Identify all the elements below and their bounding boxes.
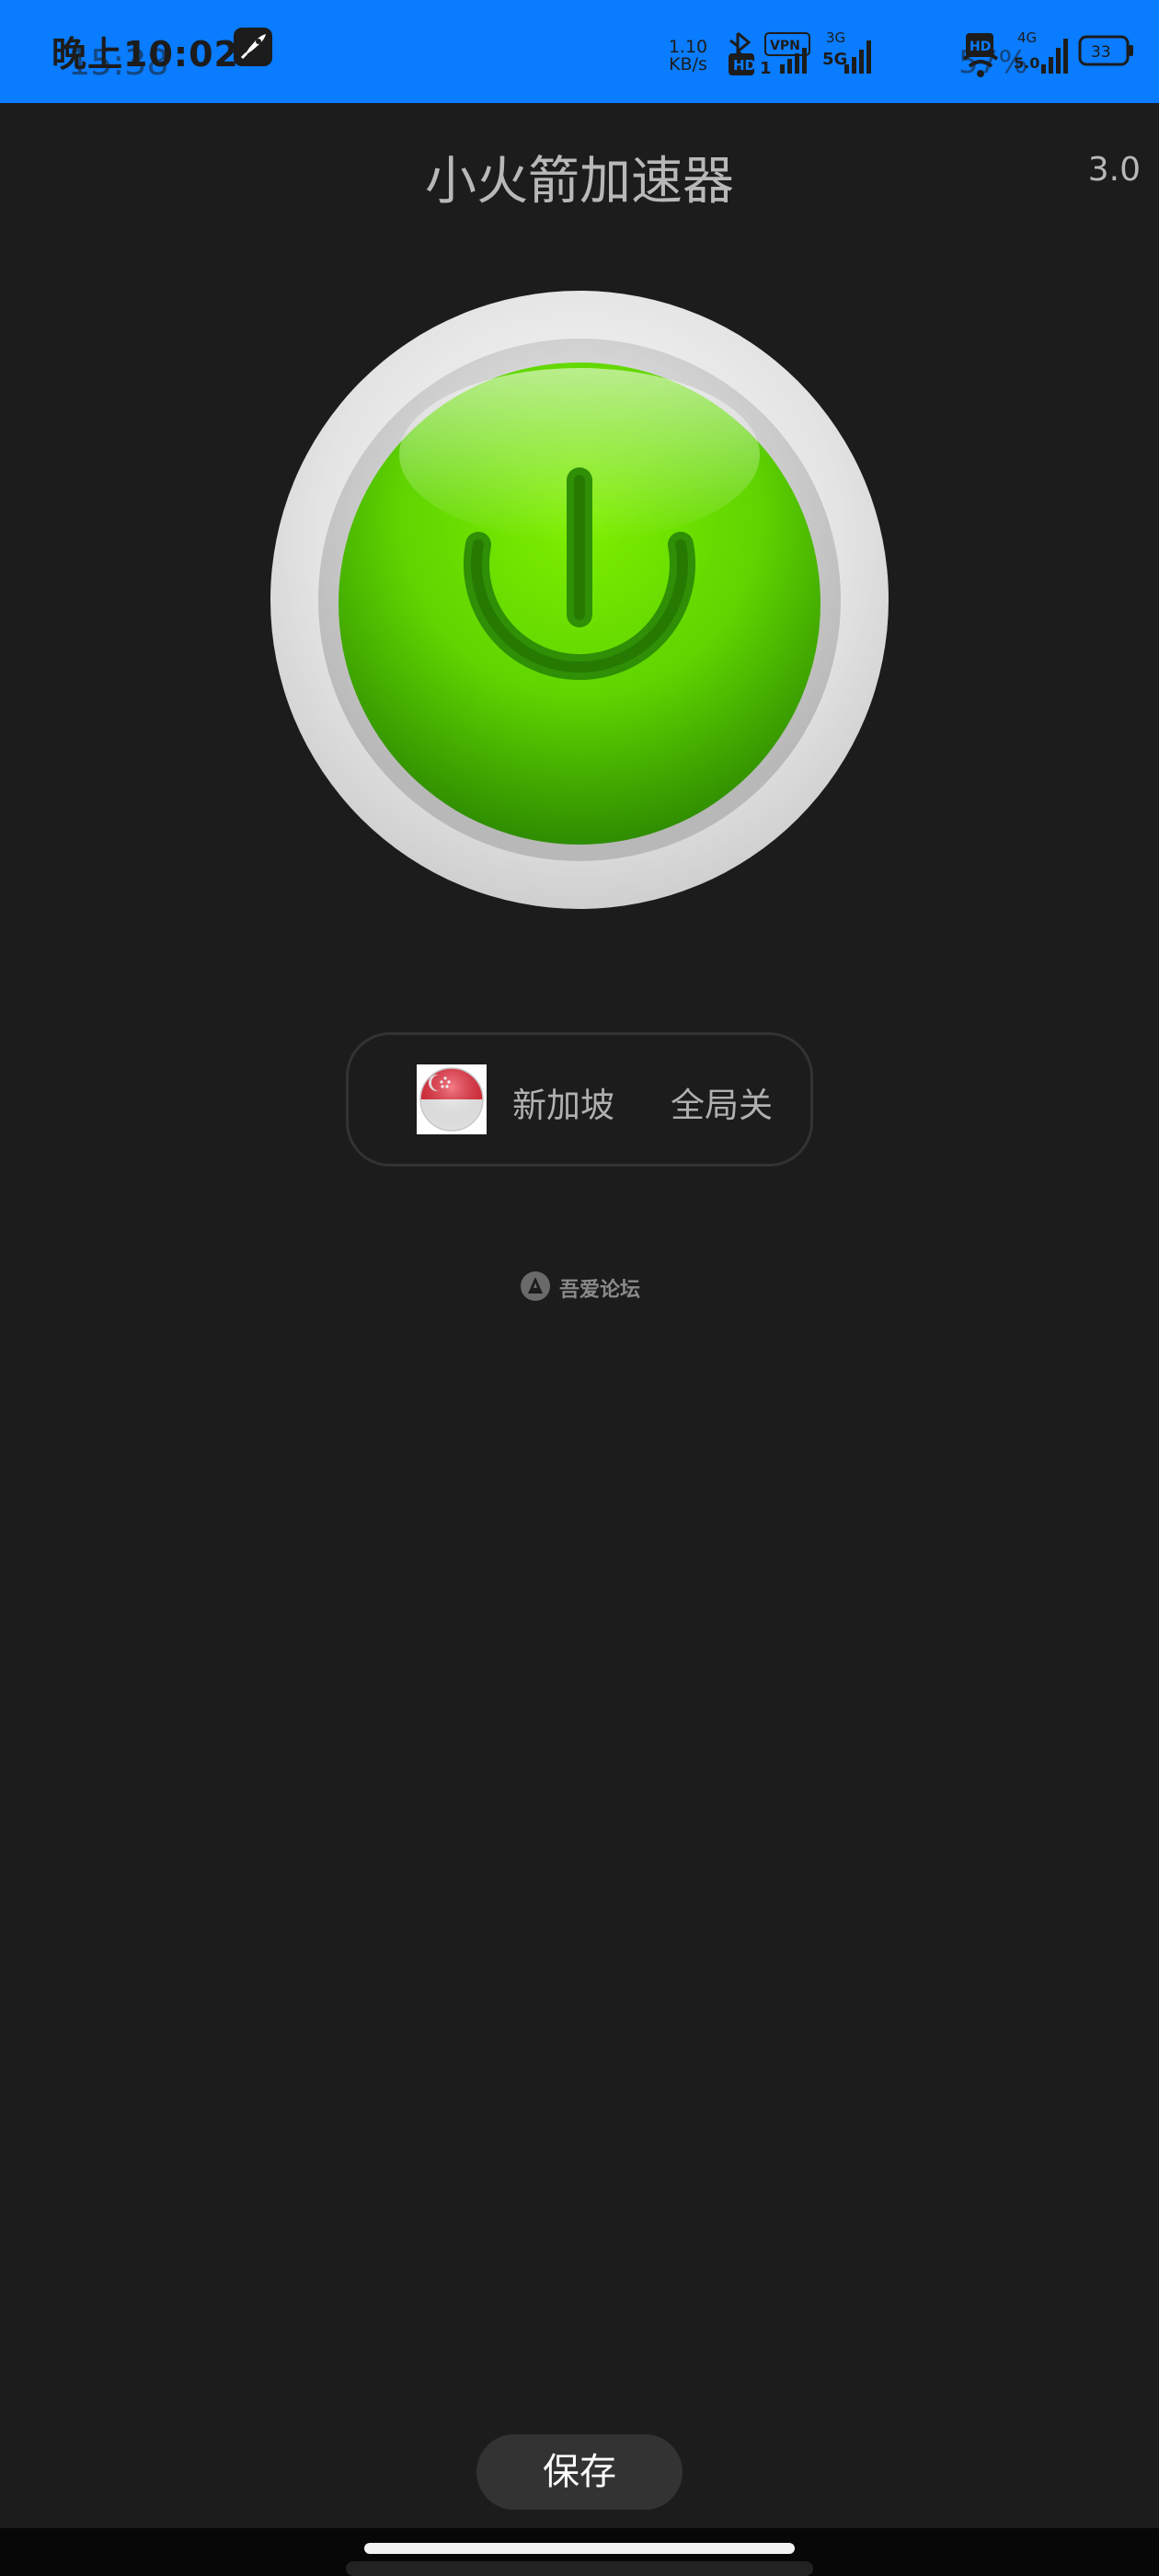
nav-bar-shadow (346, 2561, 813, 2576)
home-gesture-bar[interactable] (364, 2543, 795, 2554)
region-label[interactable]: 新加坡 (512, 1077, 614, 1127)
global-mode-toggle[interactable]: 全局关 (671, 1077, 773, 1127)
rocket-app-icon (234, 28, 272, 66)
svg-text:HD: HD (733, 57, 756, 74)
singapore-flag-icon[interactable] (417, 1064, 487, 1134)
svg-text:5G: 5G (822, 50, 847, 69)
status-time: 晚上10:02 (52, 34, 239, 75)
svg-text:5.0: 5.0 (1014, 54, 1039, 72)
save-button[interactable]: 保存 (476, 2434, 683, 2510)
network-speed: 1.10 KB/s (668, 39, 708, 74)
battery-icon: 33 (1078, 35, 1133, 66)
proxy-mode-pill: 新加坡 全局关 (346, 1032, 813, 1167)
svg-text:VPN: VPN (770, 39, 800, 53)
network-speed-unit: KB/s (669, 54, 707, 75)
app-title: 小火箭加速器 (425, 152, 734, 212)
forum-watermark: 吾爱论坛 (519, 1268, 648, 1305)
svg-text:1: 1 (760, 59, 772, 78)
svg-text:3G: 3G (826, 29, 845, 46)
signal-5g-icon: 3G 5G (822, 29, 871, 74)
signal-4g-icon: 4G 5.0 (1014, 29, 1068, 74)
version-label: 3.0 (1087, 151, 1141, 189)
forum-logo-icon (521, 1271, 550, 1301)
status-bar: 15:38 晚上10:02 57% 1.10 KB/s HD VPN 1 3G … (0, 0, 1159, 103)
status-icons: HD VPN 1 3G 5G HD 4G 5.0 33 (729, 29, 1133, 78)
app-header: 小火箭加速器 3.0 (0, 103, 1159, 241)
svg-text:4G: 4G (1017, 29, 1037, 46)
status-right-cluster: 1.10 KB/s HD VPN 1 3G 5G HD 4G 5.0 33 (668, 24, 1146, 79)
hd-icon: HD (729, 53, 756, 75)
battery-level: 33 (1091, 43, 1111, 62)
power-toggle-button[interactable] (269, 289, 890, 911)
power-icon (270, 291, 889, 909)
gesture-nav-area (0, 2528, 1159, 2576)
forum-watermark-text: 吾爱论坛 (559, 1279, 641, 1302)
